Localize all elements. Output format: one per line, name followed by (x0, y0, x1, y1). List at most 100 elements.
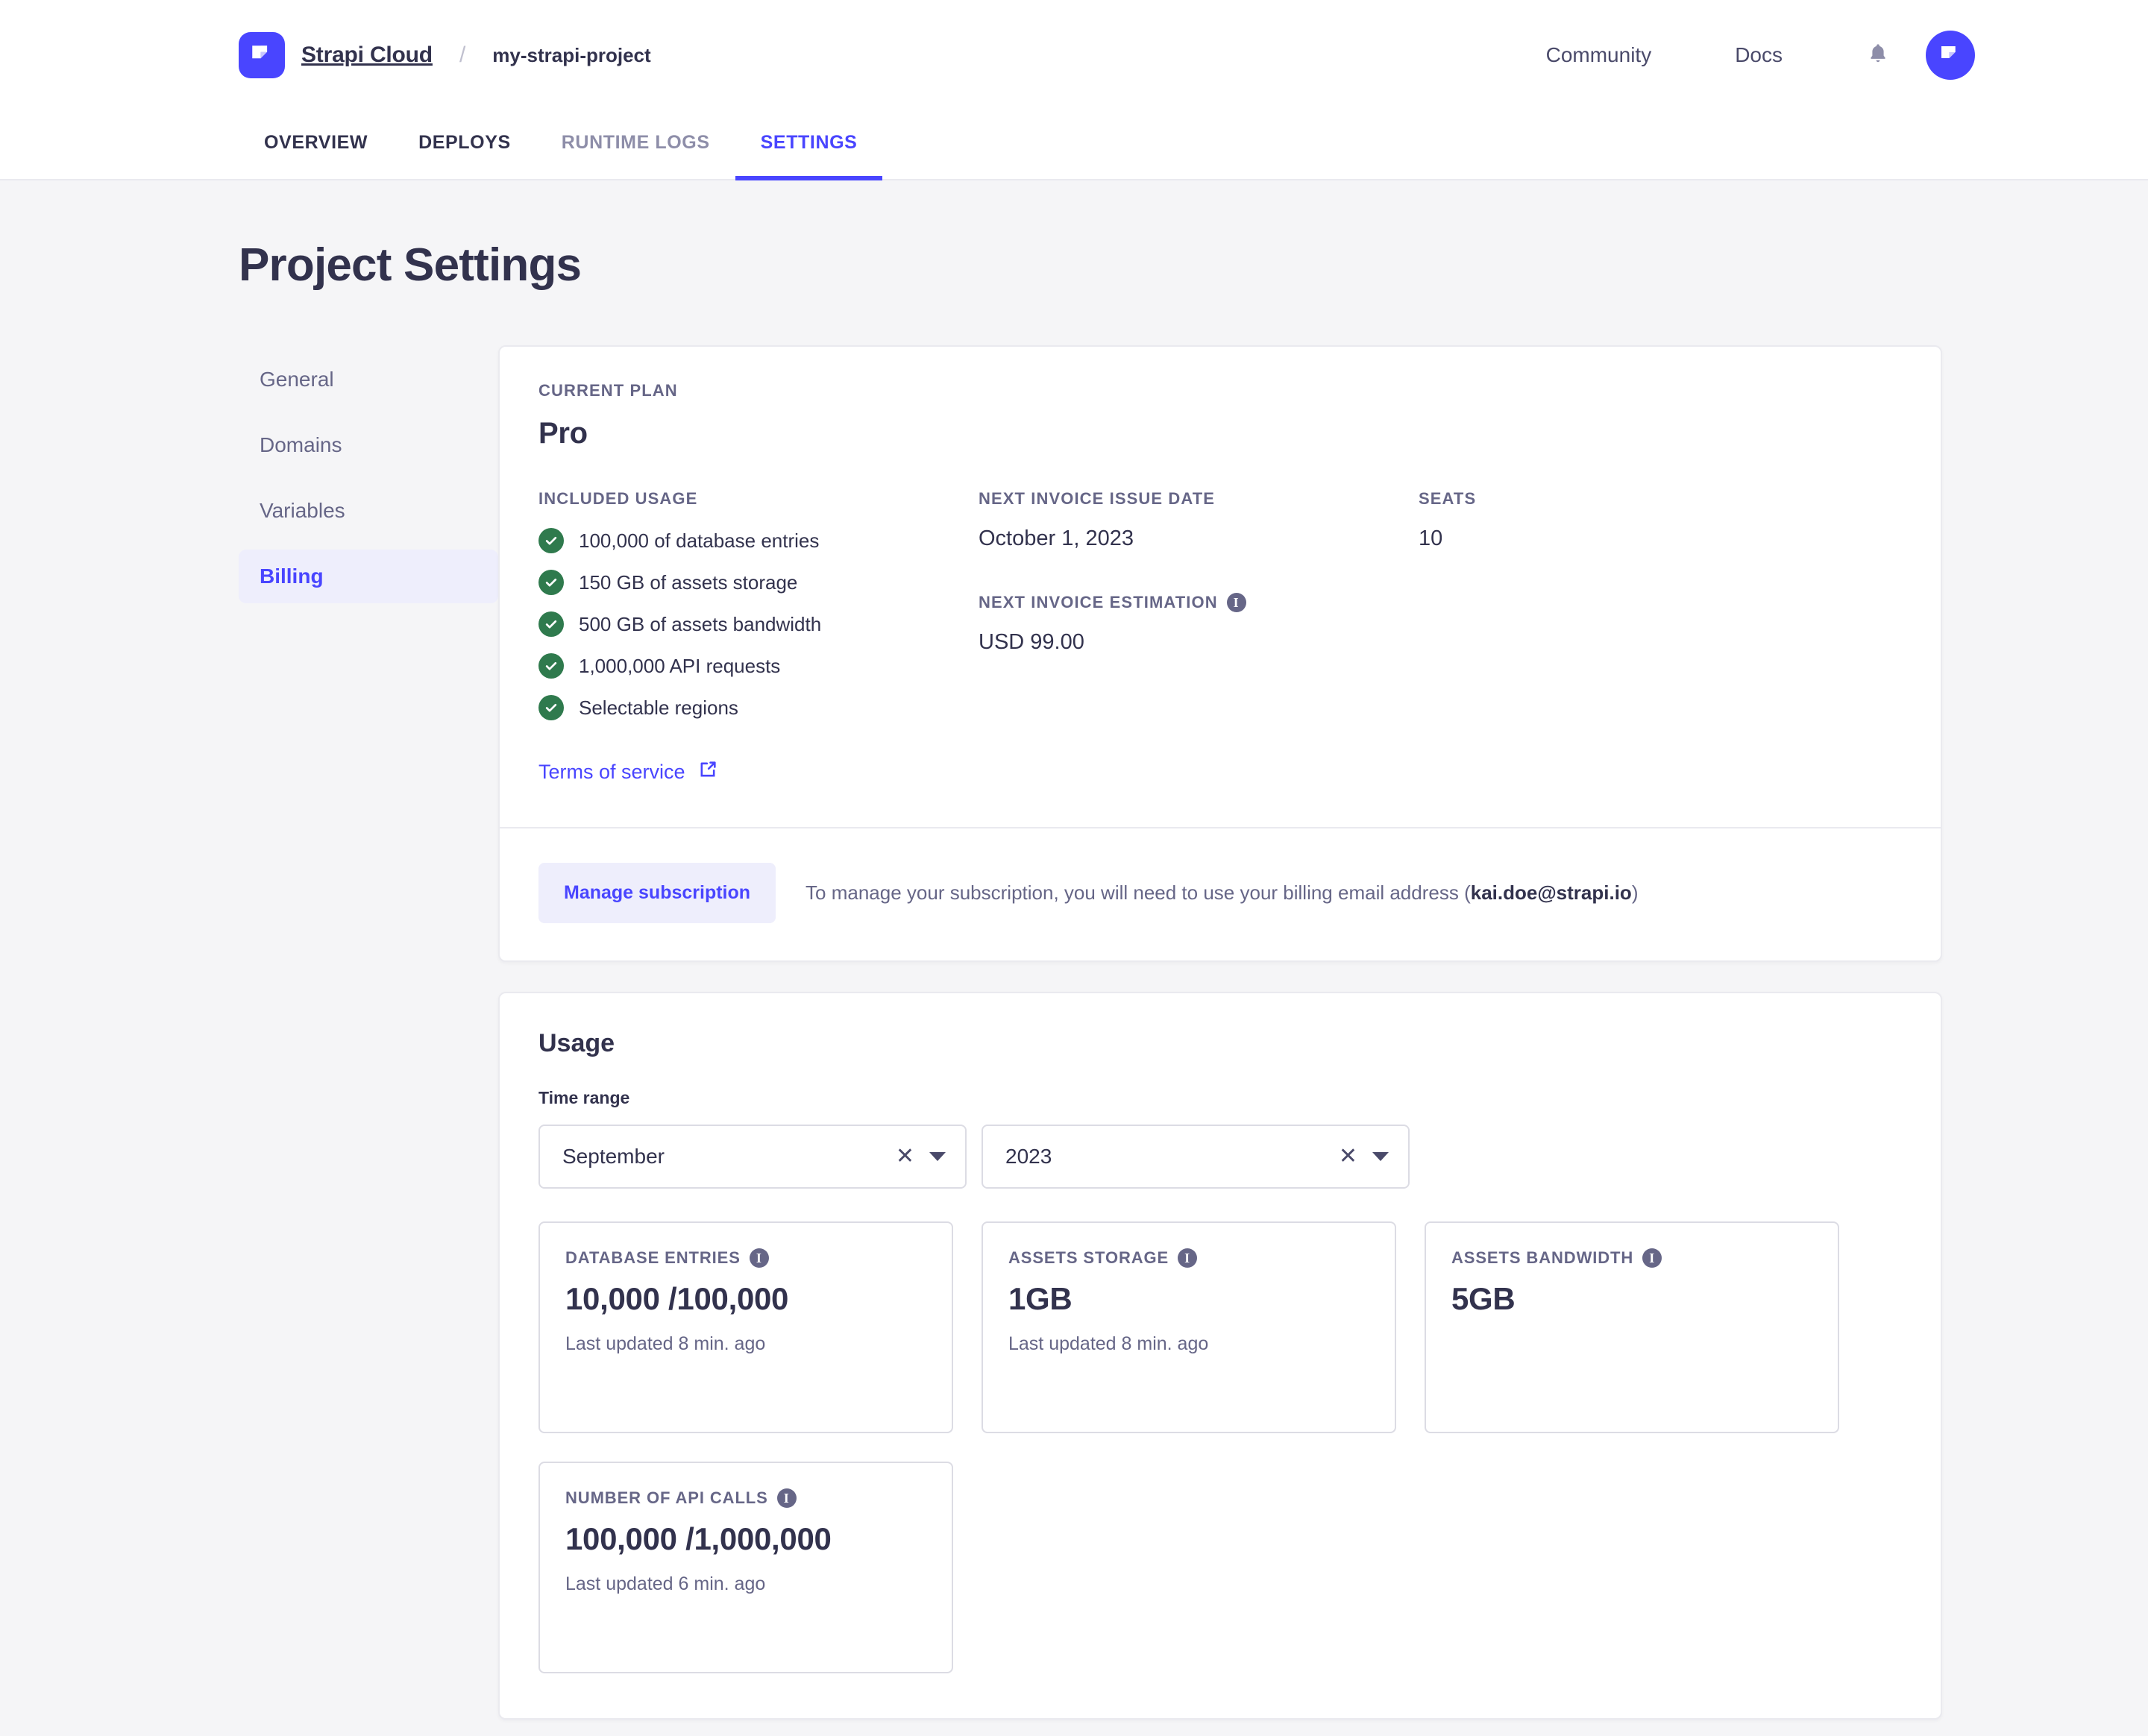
terms-of-service-link[interactable]: Terms of service (538, 759, 718, 785)
metric-updated: Last updated 6 min. ago (565, 1573, 766, 1594)
metric-value: 1GB (1008, 1281, 1073, 1316)
avatar[interactable] (1926, 31, 1975, 80)
strapi-logo-icon[interactable] (239, 32, 285, 78)
metric-label-text: ASSETS BANDWIDTH (1451, 1248, 1634, 1267)
settings-layout: General Domains Variables Billing CURREN… (239, 345, 2148, 1720)
community-link[interactable]: Community (1504, 43, 1694, 67)
sidebar-item-domains[interactable]: Domains (239, 418, 498, 472)
current-plan-label: CURRENT PLAN (538, 381, 678, 400)
billing-email: kai.doe@strapi.io (1470, 881, 1632, 904)
manage-note-text: To manage your subscription, you will ne… (806, 881, 1471, 904)
year-select-value: 2023 (1005, 1145, 1052, 1168)
metric-card-database-entries: DATABASE ENTRIES i 10,000 /100,000 Last … (538, 1221, 953, 1433)
manage-subscription-row: Manage subscription To manage your subsc… (538, 828, 1902, 960)
included-usage-list: 100,000 of database entries 150 GB of as… (538, 528, 979, 720)
manage-subscription-button[interactable]: Manage subscription (538, 863, 776, 923)
time-range-label: Time range (538, 1088, 630, 1107)
month-select[interactable]: September ✕ (538, 1125, 967, 1189)
bell-icon (1866, 41, 1890, 70)
check-circle-icon (538, 570, 564, 595)
list-item: 100,000 of database entries (538, 528, 979, 553)
current-plan-panel: CURRENT PLAN Pro INCLUDED USAGE 100,000 … (498, 345, 1942, 962)
docs-link[interactable]: Docs (1693, 43, 1824, 67)
clear-icon[interactable]: ✕ (1339, 1145, 1357, 1168)
info-icon[interactable]: i (1642, 1248, 1662, 1268)
metric-card-api-calls: NUMBER OF API CALLS i 100,000 /1,000,000… (538, 1462, 953, 1673)
usage-title: Usage (538, 1029, 615, 1057)
sidebar-item-variables[interactable]: Variables (239, 484, 498, 538)
metric-value: 100,000 /1,000,000 (565, 1521, 832, 1556)
year-select-actions: ✕ (1339, 1145, 1389, 1168)
list-item: 150 GB of assets storage (538, 570, 979, 595)
next-invoice-estimation-block: NEXT INVOICE ESTIMATION i USD 99.00 (979, 593, 1419, 655)
metric-card-assets-storage: ASSETS STORAGE i 1GB Last updated 8 min.… (982, 1221, 1396, 1433)
usage-panel: Usage Time range September ✕ 2023 ✕ DATA… (498, 992, 1942, 1720)
year-select[interactable]: 2023 ✕ (982, 1125, 1410, 1189)
info-icon[interactable]: i (1226, 593, 1246, 612)
metric-value: 10,000 /100,000 (565, 1281, 789, 1316)
feature-label: 100,000 of database entries (579, 529, 820, 552)
manage-subscription-note: To manage your subscription, you will ne… (806, 881, 1638, 905)
tab-settings[interactable]: SETTINGS (735, 132, 883, 180)
next-invoice-estimation-text: NEXT INVOICE ESTIMATION (979, 593, 1218, 611)
plan-name: Pro (538, 417, 588, 450)
check-circle-icon (538, 695, 564, 720)
metric-label: NUMBER OF API CALLS i (565, 1488, 926, 1508)
metric-label-text: DATABASE ENTRIES (565, 1248, 741, 1267)
month-select-actions: ✕ (896, 1145, 946, 1168)
metric-updated: Last updated 8 min. ago (565, 1333, 766, 1354)
seats-value: 10 (1419, 526, 1443, 550)
settings-content: CURRENT PLAN Pro INCLUDED USAGE 100,000 … (498, 345, 1942, 1720)
info-icon[interactable]: i (1178, 1248, 1198, 1268)
brand-home-link[interactable]: Strapi Cloud (301, 43, 433, 68)
breadcrumb-project-name: my-strapi-project (492, 43, 651, 66)
notifications-button[interactable] (1824, 41, 1926, 70)
chevron-down-icon[interactable] (929, 1152, 946, 1161)
included-usage-label: INCLUDED USAGE (538, 489, 698, 508)
metric-label: ASSETS STORAGE i (1008, 1248, 1369, 1268)
invoice-column: NEXT INVOICE ISSUE DATE October 1, 2023 … (979, 489, 1419, 785)
info-icon[interactable]: i (776, 1488, 797, 1508)
sidebar-item-billing[interactable]: Billing (239, 550, 498, 603)
chevron-down-icon[interactable] (1372, 1152, 1389, 1161)
metric-updated: Last updated 8 min. ago (1008, 1333, 1209, 1354)
breadcrumb: Strapi Cloud / my-strapi-project (239, 32, 651, 78)
feature-label: 500 GB of assets bandwidth (579, 612, 822, 635)
top-navigation-bar: Strapi Cloud / my-strapi-project Communi… (0, 0, 2148, 110)
top-navigation-actions: Community Docs (1504, 31, 2148, 80)
project-tabs: OVERVIEW DEPLOYS RUNTIME LOGS SETTINGS (0, 110, 2148, 180)
terms-of-service-label: Terms of service (538, 761, 685, 783)
seats-column: SEATS 10 (1419, 489, 1902, 785)
check-circle-icon (538, 528, 564, 553)
metric-label-text: NUMBER OF API CALLS (565, 1488, 768, 1507)
page-title: Project Settings (239, 239, 582, 291)
metric-card-assets-bandwidth: ASSETS BANDWIDTH i 5GB (1425, 1221, 1839, 1433)
time-range-controls: September ✕ 2023 ✕ (538, 1125, 1902, 1189)
list-item: 500 GB of assets bandwidth (538, 611, 979, 637)
feature-label: Selectable regions (579, 696, 738, 719)
list-item: 1,000,000 API requests (538, 653, 979, 679)
tab-deploys[interactable]: DEPLOYS (393, 132, 536, 180)
breadcrumb-separator: / (459, 43, 466, 67)
check-circle-icon (538, 653, 564, 679)
next-invoice-date-label: NEXT INVOICE ISSUE DATE (979, 489, 1216, 508)
usage-metrics: DATABASE ENTRIES i 10,000 /100,000 Last … (538, 1221, 1902, 1673)
info-icon[interactable]: i (749, 1248, 769, 1268)
metric-label: DATABASE ENTRIES i (565, 1248, 926, 1268)
tab-runtime-logs[interactable]: RUNTIME LOGS (536, 132, 735, 180)
next-invoice-date-value: October 1, 2023 (979, 526, 1134, 550)
feature-label: 150 GB of assets storage (579, 570, 798, 594)
list-item: Selectable regions (538, 695, 979, 720)
settings-sidebar: General Domains Variables Billing (239, 345, 498, 1720)
feature-label: 1,000,000 API requests (579, 654, 781, 677)
metric-label-text: ASSETS STORAGE (1008, 1248, 1169, 1267)
page-body: Project Settings General Domains Variabl… (0, 239, 2148, 1720)
tab-overview[interactable]: OVERVIEW (239, 132, 393, 180)
metric-label: ASSETS BANDWIDTH i (1451, 1248, 1812, 1268)
metric-value: 5GB (1451, 1281, 1516, 1316)
clear-icon[interactable]: ✕ (896, 1145, 914, 1168)
included-usage-column: INCLUDED USAGE 100,000 of database entri… (538, 489, 979, 785)
sidebar-item-general[interactable]: General (239, 353, 498, 406)
seats-label: SEATS (1419, 489, 1477, 508)
next-invoice-estimation-label: NEXT INVOICE ESTIMATION i (979, 593, 1419, 612)
